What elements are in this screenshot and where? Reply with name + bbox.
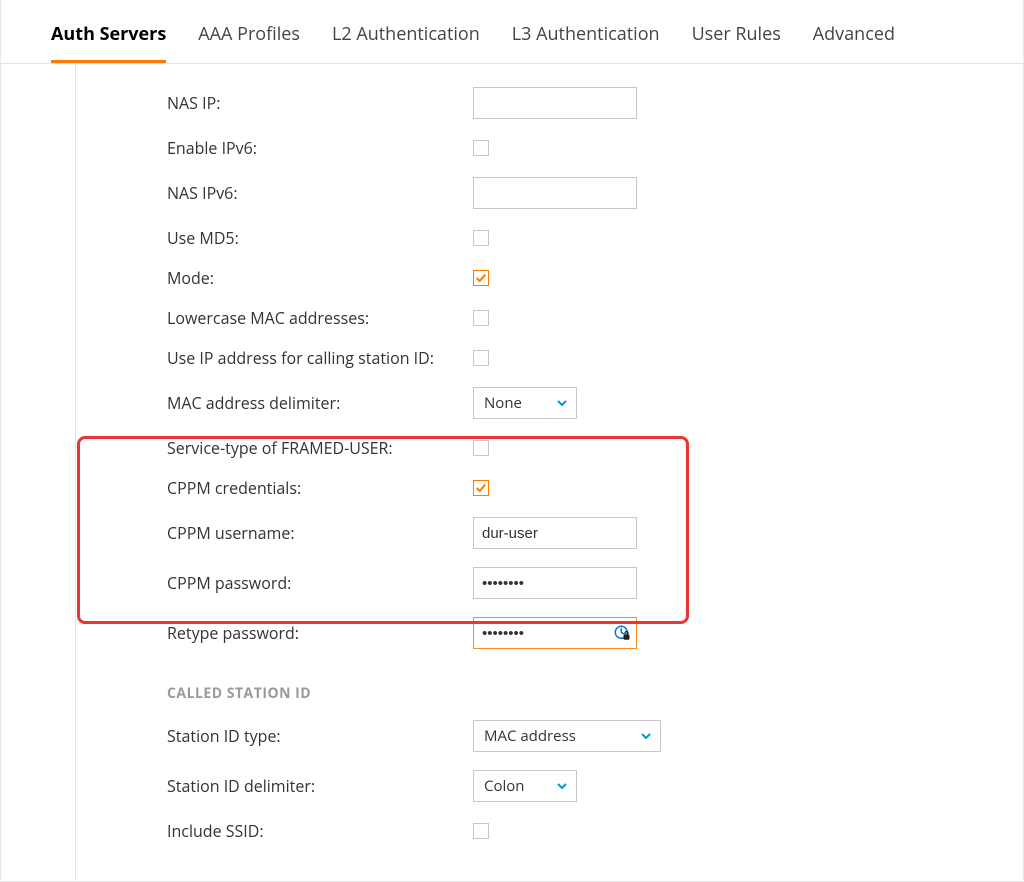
cppm-credentials-checkbox[interactable] — [473, 480, 489, 496]
settings-page: Auth Servers AAA Profiles L2 Authenticat… — [0, 0, 1024, 882]
label-nas-ip: NAS IP: — [167, 92, 473, 114]
cppm-username-input[interactable] — [473, 517, 637, 549]
enable-ipv6-checkbox[interactable] — [473, 140, 489, 156]
row-cppm-password: CPPM password: — [167, 558, 1023, 608]
cppm-password-input[interactable] — [473, 567, 637, 599]
label-station-id-type: Station ID type: — [167, 725, 473, 747]
label-nas-ipv6: NAS IPv6: — [167, 182, 473, 204]
label-service-type-framed: Service-type of FRAMED-USER: — [167, 437, 473, 459]
label-station-id-delimiter: Station ID delimiter: — [167, 775, 473, 797]
content-wrapper: NAS IP: Enable IPv6: NAS IPv6: — [1, 64, 1023, 881]
nas-ipv6-input[interactable] — [473, 177, 637, 209]
use-ip-calling-station-checkbox[interactable] — [473, 350, 489, 366]
row-service-type-framed: Service-type of FRAMED-USER: — [167, 428, 1023, 468]
label-mac-delimiter: MAC address delimiter: — [167, 392, 473, 414]
password-manager-icon[interactable] — [613, 624, 631, 642]
label-cppm-credentials: CPPM credentials: — [167, 477, 473, 499]
row-enable-ipv6: Enable IPv6: — [167, 128, 1023, 168]
row-mode: Mode: — [167, 258, 1023, 298]
tab-user-rules[interactable]: User Rules — [692, 22, 781, 63]
label-lowercase-mac: Lowercase MAC addresses: — [167, 307, 473, 329]
row-lowercase-mac: Lowercase MAC addresses: — [167, 298, 1023, 338]
mode-checkbox[interactable] — [473, 270, 489, 286]
tab-l2-authentication[interactable]: L2 Authentication — [332, 22, 480, 63]
tab-aaa-profiles[interactable]: AAA Profiles — [198, 22, 300, 63]
tab-advanced[interactable]: Advanced — [813, 22, 895, 63]
tab-auth-servers[interactable]: Auth Servers — [51, 22, 166, 63]
station-id-type-select[interactable]: MAC address — [473, 720, 661, 752]
row-station-id-delimiter: Station ID delimiter: Colon — [167, 761, 1023, 811]
label-cppm-password: CPPM password: — [167, 572, 473, 594]
row-retype-password: Retype password: — [167, 608, 1023, 658]
vertical-divider — [75, 64, 76, 881]
section-title-called-station-id: CALLED STATION ID — [167, 684, 1023, 703]
station-id-type-value: MAC address — [484, 726, 576, 746]
nas-ip-input[interactable] — [473, 87, 637, 119]
row-use-md5: Use MD5: — [167, 218, 1023, 258]
label-use-ip-calling-station: Use IP address for calling station ID: — [167, 347, 473, 369]
label-mode: Mode: — [167, 267, 473, 289]
lowercase-mac-checkbox[interactable] — [473, 310, 489, 326]
label-retype-password: Retype password: — [167, 622, 473, 644]
label-include-ssid: Include SSID: — [167, 820, 473, 842]
row-use-ip-calling-station: Use IP address for calling station ID: — [167, 338, 1023, 378]
tab-l3-authentication[interactable]: L3 Authentication — [512, 22, 660, 63]
station-id-delimiter-select[interactable]: Colon — [473, 770, 577, 802]
mac-delimiter-select[interactable]: None — [473, 387, 577, 419]
chevron-down-icon — [556, 397, 568, 409]
row-station-id-type: Station ID type: MAC address — [167, 711, 1023, 761]
chevron-down-icon — [640, 730, 652, 742]
label-use-md5: Use MD5: — [167, 227, 473, 249]
tab-bar: Auth Servers AAA Profiles L2 Authenticat… — [1, 0, 1023, 64]
form-area: NAS IP: Enable IPv6: NAS IPv6: — [75, 64, 1023, 881]
row-nas-ip: NAS IP: — [167, 78, 1023, 128]
row-nas-ipv6: NAS IPv6: — [167, 168, 1023, 218]
service-type-framed-checkbox[interactable] — [473, 440, 489, 456]
use-md5-checkbox[interactable] — [473, 230, 489, 246]
row-include-ssid: Include SSID: — [167, 811, 1023, 851]
include-ssid-checkbox[interactable] — [473, 823, 489, 839]
row-mac-delimiter: MAC address delimiter: None — [167, 378, 1023, 428]
station-id-delimiter-value: Colon — [484, 776, 524, 796]
label-cppm-username: CPPM username: — [167, 522, 473, 544]
row-cppm-credentials: CPPM credentials: — [167, 468, 1023, 508]
mac-delimiter-value: None — [484, 393, 522, 413]
row-cppm-username: CPPM username: — [167, 508, 1023, 558]
chevron-down-icon — [556, 780, 568, 792]
label-enable-ipv6: Enable IPv6: — [167, 137, 473, 159]
